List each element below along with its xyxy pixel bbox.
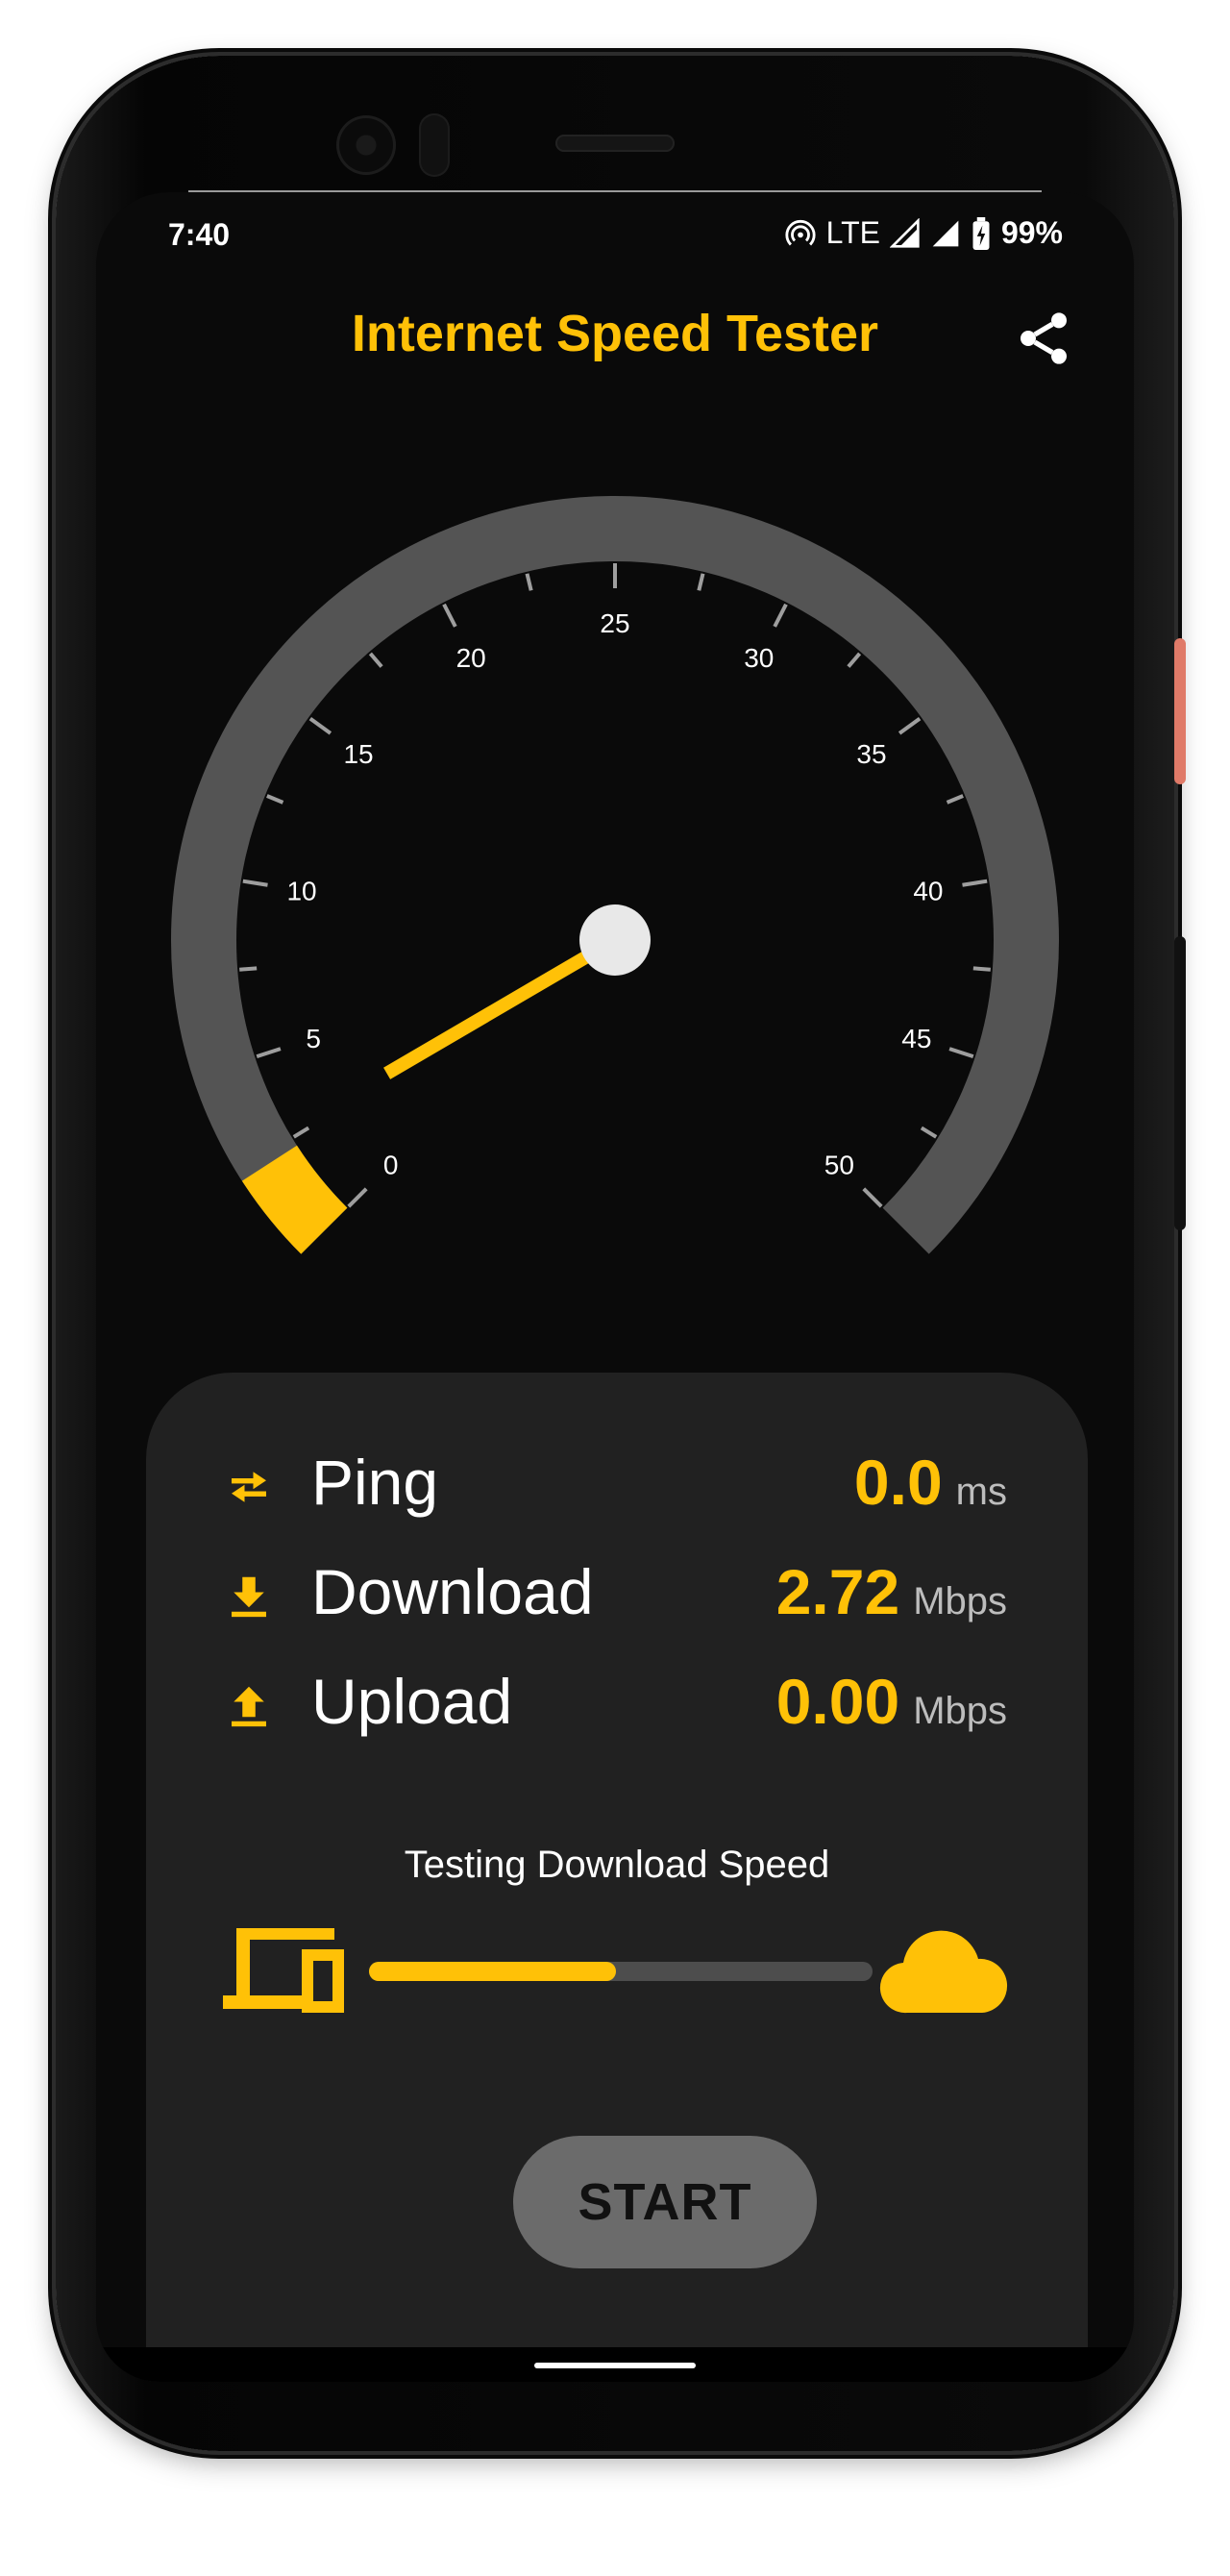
- gauge-tick: [308, 716, 332, 735]
- gauge-tick: [266, 794, 284, 805]
- proximity-sensor: [419, 113, 450, 177]
- hotspot-icon: [785, 219, 816, 245]
- gauge-tick: [256, 1047, 282, 1059]
- gauge-tick: [442, 603, 457, 628]
- gauge-tick: [972, 966, 991, 972]
- gauge-tick: [525, 573, 533, 591]
- screen: 7:40 LTE 99% Internet Speed Tester 0 5 1…: [96, 192, 1134, 2382]
- gauge-tick: [946, 794, 964, 805]
- devices-icon: [223, 1928, 344, 2013]
- gauge-tick-label: 0: [383, 1150, 399, 1179]
- gauge-tick: [898, 716, 922, 735]
- gauge-tick: [347, 1187, 368, 1208]
- gauge-tick: [948, 1047, 974, 1059]
- speedometer-gauge: 0 5 10 15 20 25 30 35 40 45 50: [171, 496, 1059, 1254]
- gauge-tick-label: 5: [306, 1024, 321, 1053]
- download-value-group: 2.72 Mbps: [776, 1555, 1007, 1628]
- gauge-tick: [292, 1126, 310, 1139]
- gauge-tick: [862, 1187, 883, 1208]
- swap-arrows-icon: [232, 1472, 266, 1502]
- gauge-tick-label: 25: [600, 608, 629, 638]
- download-row: Download 2.72 Mbps: [146, 1549, 1088, 1636]
- signal-strength-icon: [932, 220, 959, 246]
- gauge-tick: [368, 652, 383, 668]
- status-time: 7:40: [168, 217, 231, 252]
- gauge-tick: [242, 879, 268, 887]
- download-label: Download: [311, 1556, 594, 1627]
- gauge-tick: [847, 652, 862, 668]
- gauge-tick-label: 50: [824, 1150, 854, 1179]
- gauge-tick-label: 15: [343, 739, 373, 769]
- gauge-tick-label: 35: [856, 739, 886, 769]
- test-progress-fill: [369, 1962, 616, 1981]
- battery-level: 99%: [1000, 215, 1063, 250]
- gauge-needle: [383, 933, 619, 1079]
- test-status-text: Testing Download Speed: [404, 1844, 830, 1886]
- home-indicator[interactable]: [534, 2363, 696, 2368]
- gauge-tick-label: 20: [456, 643, 486, 673]
- gauge-fill: [241, 1145, 348, 1254]
- cloud-icon: [879, 1930, 1008, 2014]
- ping-value-group: 0.0 ms: [854, 1446, 1007, 1519]
- gauge-tick-label: 10: [286, 876, 316, 905]
- power-button: [1174, 638, 1186, 784]
- gauge-tick: [697, 573, 705, 591]
- gauge-tick: [239, 966, 258, 972]
- test-progress-bar: [369, 1962, 873, 1981]
- gauge-hub: [579, 904, 651, 976]
- network-type: LTE: [825, 215, 880, 250]
- download-unit: Mbps: [913, 1580, 1007, 1622]
- upload-label: Upload: [311, 1666, 513, 1737]
- signal-icon: [889, 217, 920, 248]
- share-icon[interactable]: [1013, 308, 1074, 369]
- upload-unit: Mbps: [913, 1690, 1007, 1732]
- battery-charging-icon: [972, 216, 990, 250]
- status-bar: 7:40 LTE 99%: [96, 192, 1134, 279]
- ping-row: Ping 0.0 ms: [146, 1440, 1088, 1526]
- volume-button: [1174, 936, 1186, 1230]
- download-icon: [232, 1576, 266, 1618]
- results-panel: Ping 0.0 ms Download 2.72 Mbps Upload 0.…: [146, 1373, 1088, 2382]
- upload-value: 0.00: [775, 1666, 900, 1737]
- gauge-tick: [920, 1126, 938, 1139]
- gauge-tick-label: 40: [913, 876, 943, 905]
- download-value: 2.72: [775, 1556, 900, 1627]
- status-icons: LTE 99%: [784, 215, 1063, 251]
- ping-unit: ms: [955, 1471, 1007, 1513]
- app-title: Internet Speed Tester: [351, 305, 879, 362]
- start-button[interactable]: START: [513, 2136, 817, 2268]
- upload-value-group: 0.00 Mbps: [776, 1665, 1007, 1738]
- gauge-tick-label: 30: [744, 643, 774, 673]
- gauge-tick: [773, 603, 788, 628]
- gauge-tick: [962, 879, 988, 887]
- upload-icon: [232, 1686, 266, 1727]
- front-camera: [336, 115, 396, 175]
- ping-value: 0.0: [853, 1447, 943, 1518]
- earpiece-speaker: [555, 135, 675, 152]
- gauge-tick-label: 45: [901, 1024, 931, 1053]
- ping-label: Ping: [311, 1447, 439, 1518]
- upload-row: Upload 0.00 Mbps: [146, 1659, 1088, 1746]
